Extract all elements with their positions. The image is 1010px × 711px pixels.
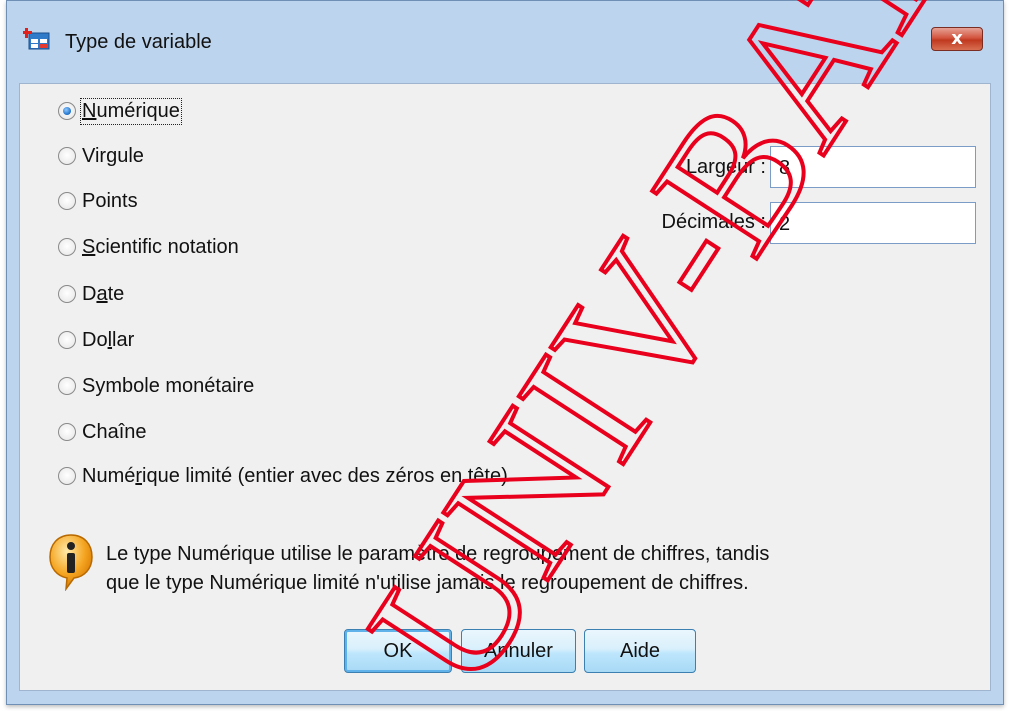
radio-virgule[interactable]: Virgule bbox=[58, 141, 144, 171]
dialog-window: Type de variable x Numérique Virgule Poi… bbox=[6, 0, 1004, 705]
title-bar[interactable]: Type de variable x bbox=[7, 1, 1003, 83]
radio-button-icon[interactable] bbox=[58, 147, 76, 165]
radio-label: Virgule bbox=[82, 144, 144, 167]
radio-button-icon[interactable] bbox=[58, 423, 76, 441]
close-button[interactable]: x bbox=[931, 27, 983, 51]
info-line-2: que le type Numérique limité n'utilise j… bbox=[106, 572, 749, 594]
radio-label: Date bbox=[82, 282, 125, 305]
radio-button-icon[interactable] bbox=[58, 192, 76, 210]
radio-symbole-monetaire[interactable]: Symbole monétaire bbox=[58, 371, 254, 401]
info-message: Le type Numérique utilise le paramètre d… bbox=[106, 540, 966, 598]
radio-label: Scientific notation bbox=[82, 235, 239, 258]
radio-button-icon[interactable] bbox=[58, 285, 76, 303]
radio-numerique[interactable]: Numérique bbox=[58, 96, 182, 126]
radio-dollar[interactable]: Dollar bbox=[58, 325, 134, 355]
radio-button-icon[interactable] bbox=[58, 331, 76, 349]
radio-button-icon[interactable] bbox=[58, 377, 76, 395]
ok-button[interactable]: OK bbox=[344, 629, 452, 673]
radio-label: Numérique limité (entier avec des zéros … bbox=[82, 464, 508, 487]
radio-button-icon[interactable] bbox=[58, 102, 76, 120]
decimales-input[interactable]: 2 bbox=[770, 202, 976, 244]
info-icon bbox=[49, 534, 93, 591]
radio-label: Symbole monétaire bbox=[82, 374, 255, 397]
radio-scientific-notation[interactable]: Scientific notation bbox=[58, 232, 239, 262]
window-title: Type de variable bbox=[65, 31, 212, 53]
cancel-button[interactable]: Annuler bbox=[461, 629, 576, 673]
radio-button-icon[interactable] bbox=[58, 467, 76, 485]
close-icon: x bbox=[951, 28, 963, 49]
radio-label: Points bbox=[82, 189, 138, 212]
radio-label: Numérique bbox=[80, 97, 182, 125]
decimales-label: Décimales : bbox=[661, 211, 766, 233]
radio-label: Chaîne bbox=[82, 420, 147, 443]
radio-chaine[interactable]: Chaîne bbox=[58, 417, 147, 447]
help-button[interactable]: Aide bbox=[584, 629, 696, 673]
radio-points[interactable]: Points bbox=[58, 186, 138, 216]
largeur-label: Largeur : bbox=[685, 156, 766, 178]
radio-numerique-limite[interactable]: Numérique limité (entier avec des zéros … bbox=[58, 461, 508, 491]
largeur-input[interactable]: 8 bbox=[770, 146, 976, 188]
radio-label: Dollar bbox=[82, 328, 135, 351]
radio-button-icon[interactable] bbox=[58, 238, 76, 256]
variable-table-icon bbox=[23, 28, 50, 50]
dialog-body: Numérique Virgule Points Scientific nota… bbox=[19, 83, 991, 691]
radio-date[interactable]: Date bbox=[58, 279, 124, 309]
info-line-1: Le type Numérique utilise le paramètre d… bbox=[106, 543, 770, 565]
